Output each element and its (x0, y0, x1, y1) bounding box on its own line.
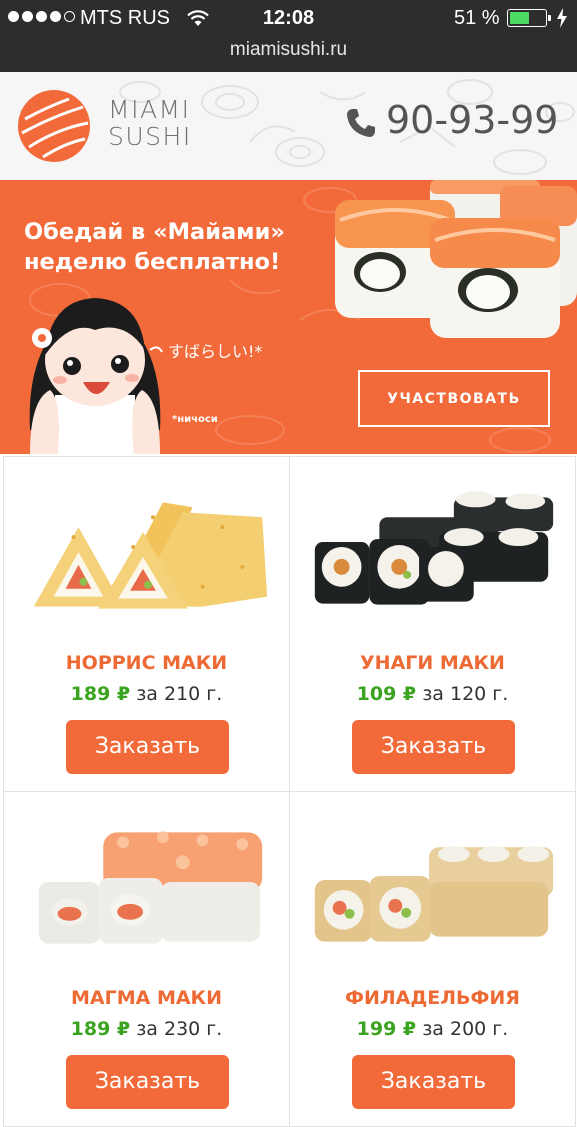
logo-text[interactable]: MIAMI SUSHI (108, 96, 192, 150)
order-button[interactable]: Заказать (66, 1055, 229, 1109)
product-card[interactable]: МАГМА МАКИ 189 ₽ за 230 г. Заказать (3, 791, 290, 1127)
product-card[interactable]: НОРРИС МАКИ 189 ₽ за 210 г. Заказать (3, 456, 290, 792)
banner-footnote: *ничоси (172, 414, 218, 425)
promo-banner[interactable]: Обедай в «Майами» неделю бесплатно! すばらし… (0, 180, 577, 454)
product-image[interactable] (290, 792, 575, 977)
order-button[interactable]: Заказать (352, 720, 515, 774)
product-weight: за 120 г. (422, 683, 509, 705)
product-price: 189 ₽ (70, 1018, 131, 1040)
order-button[interactable]: Заказать (66, 720, 229, 774)
product-card[interactable]: УНАГИ МАКИ 109 ₽ за 120 г. Заказать (289, 456, 576, 792)
product-price: 199 ₽ (356, 1018, 417, 1040)
banner-speech-text: すばらしい!* (168, 342, 263, 361)
product-price: 189 ₽ (70, 683, 131, 705)
product-name[interactable]: МАГМА МАКИ (4, 987, 289, 1009)
url-text[interactable]: miamisushi.ru (230, 39, 347, 60)
banner-title: Обедай в «Майами» неделю бесплатно! (24, 217, 285, 277)
banner-title-line2: неделю бесплатно! (24, 249, 281, 275)
battery-icon (507, 9, 551, 27)
phone-number-link[interactable]: 90-93-99 (386, 98, 558, 142)
participate-button[interactable]: УЧАСТВОВАТЬ (358, 370, 550, 427)
product-weight: за 230 г. (136, 1018, 223, 1040)
product-image[interactable] (4, 457, 289, 642)
product-price-line: 189 ₽ за 210 г. (4, 683, 289, 705)
product-weight: за 200 г. (422, 1018, 509, 1040)
product-image[interactable] (4, 792, 289, 977)
product-name[interactable]: НОРРИС МАКИ (4, 652, 289, 674)
logo-line2: SUSHI (108, 122, 192, 151)
product-price-line: 189 ₽ за 230 г. (4, 1018, 289, 1040)
battery-percent: 51 % (454, 7, 500, 29)
logo-icon[interactable] (17, 89, 91, 163)
product-grid: НОРРИС МАКИ 189 ₽ за 210 г. Заказать УНА… (0, 454, 577, 1127)
product-card[interactable]: ФИЛАДЕЛЬФИЯ 199 ₽ за 200 г. Заказать (289, 791, 576, 1127)
product-name[interactable]: УНАГИ МАКИ (290, 652, 575, 674)
product-price-line: 109 ₽ за 120 г. (290, 683, 575, 705)
banner-title-line1: Обедай в «Майами» (24, 219, 285, 245)
product-weight: за 210 г. (136, 683, 223, 705)
status-bar: MTS RUS 12:08 51 % (0, 0, 577, 38)
product-price-line: 199 ₽ за 200 г. (290, 1018, 575, 1040)
product-name[interactable]: ФИЛАДЕЛЬФИЯ (290, 987, 575, 1009)
product-image[interactable] (290, 457, 575, 642)
charging-icon (557, 8, 567, 28)
address-bar[interactable]: miamisushi.ru (0, 38, 577, 72)
logo-line1: MIAMI (108, 95, 191, 124)
product-price: 109 ₽ (356, 683, 417, 705)
order-button[interactable]: Заказать (352, 1055, 515, 1109)
phone-icon (347, 109, 375, 137)
